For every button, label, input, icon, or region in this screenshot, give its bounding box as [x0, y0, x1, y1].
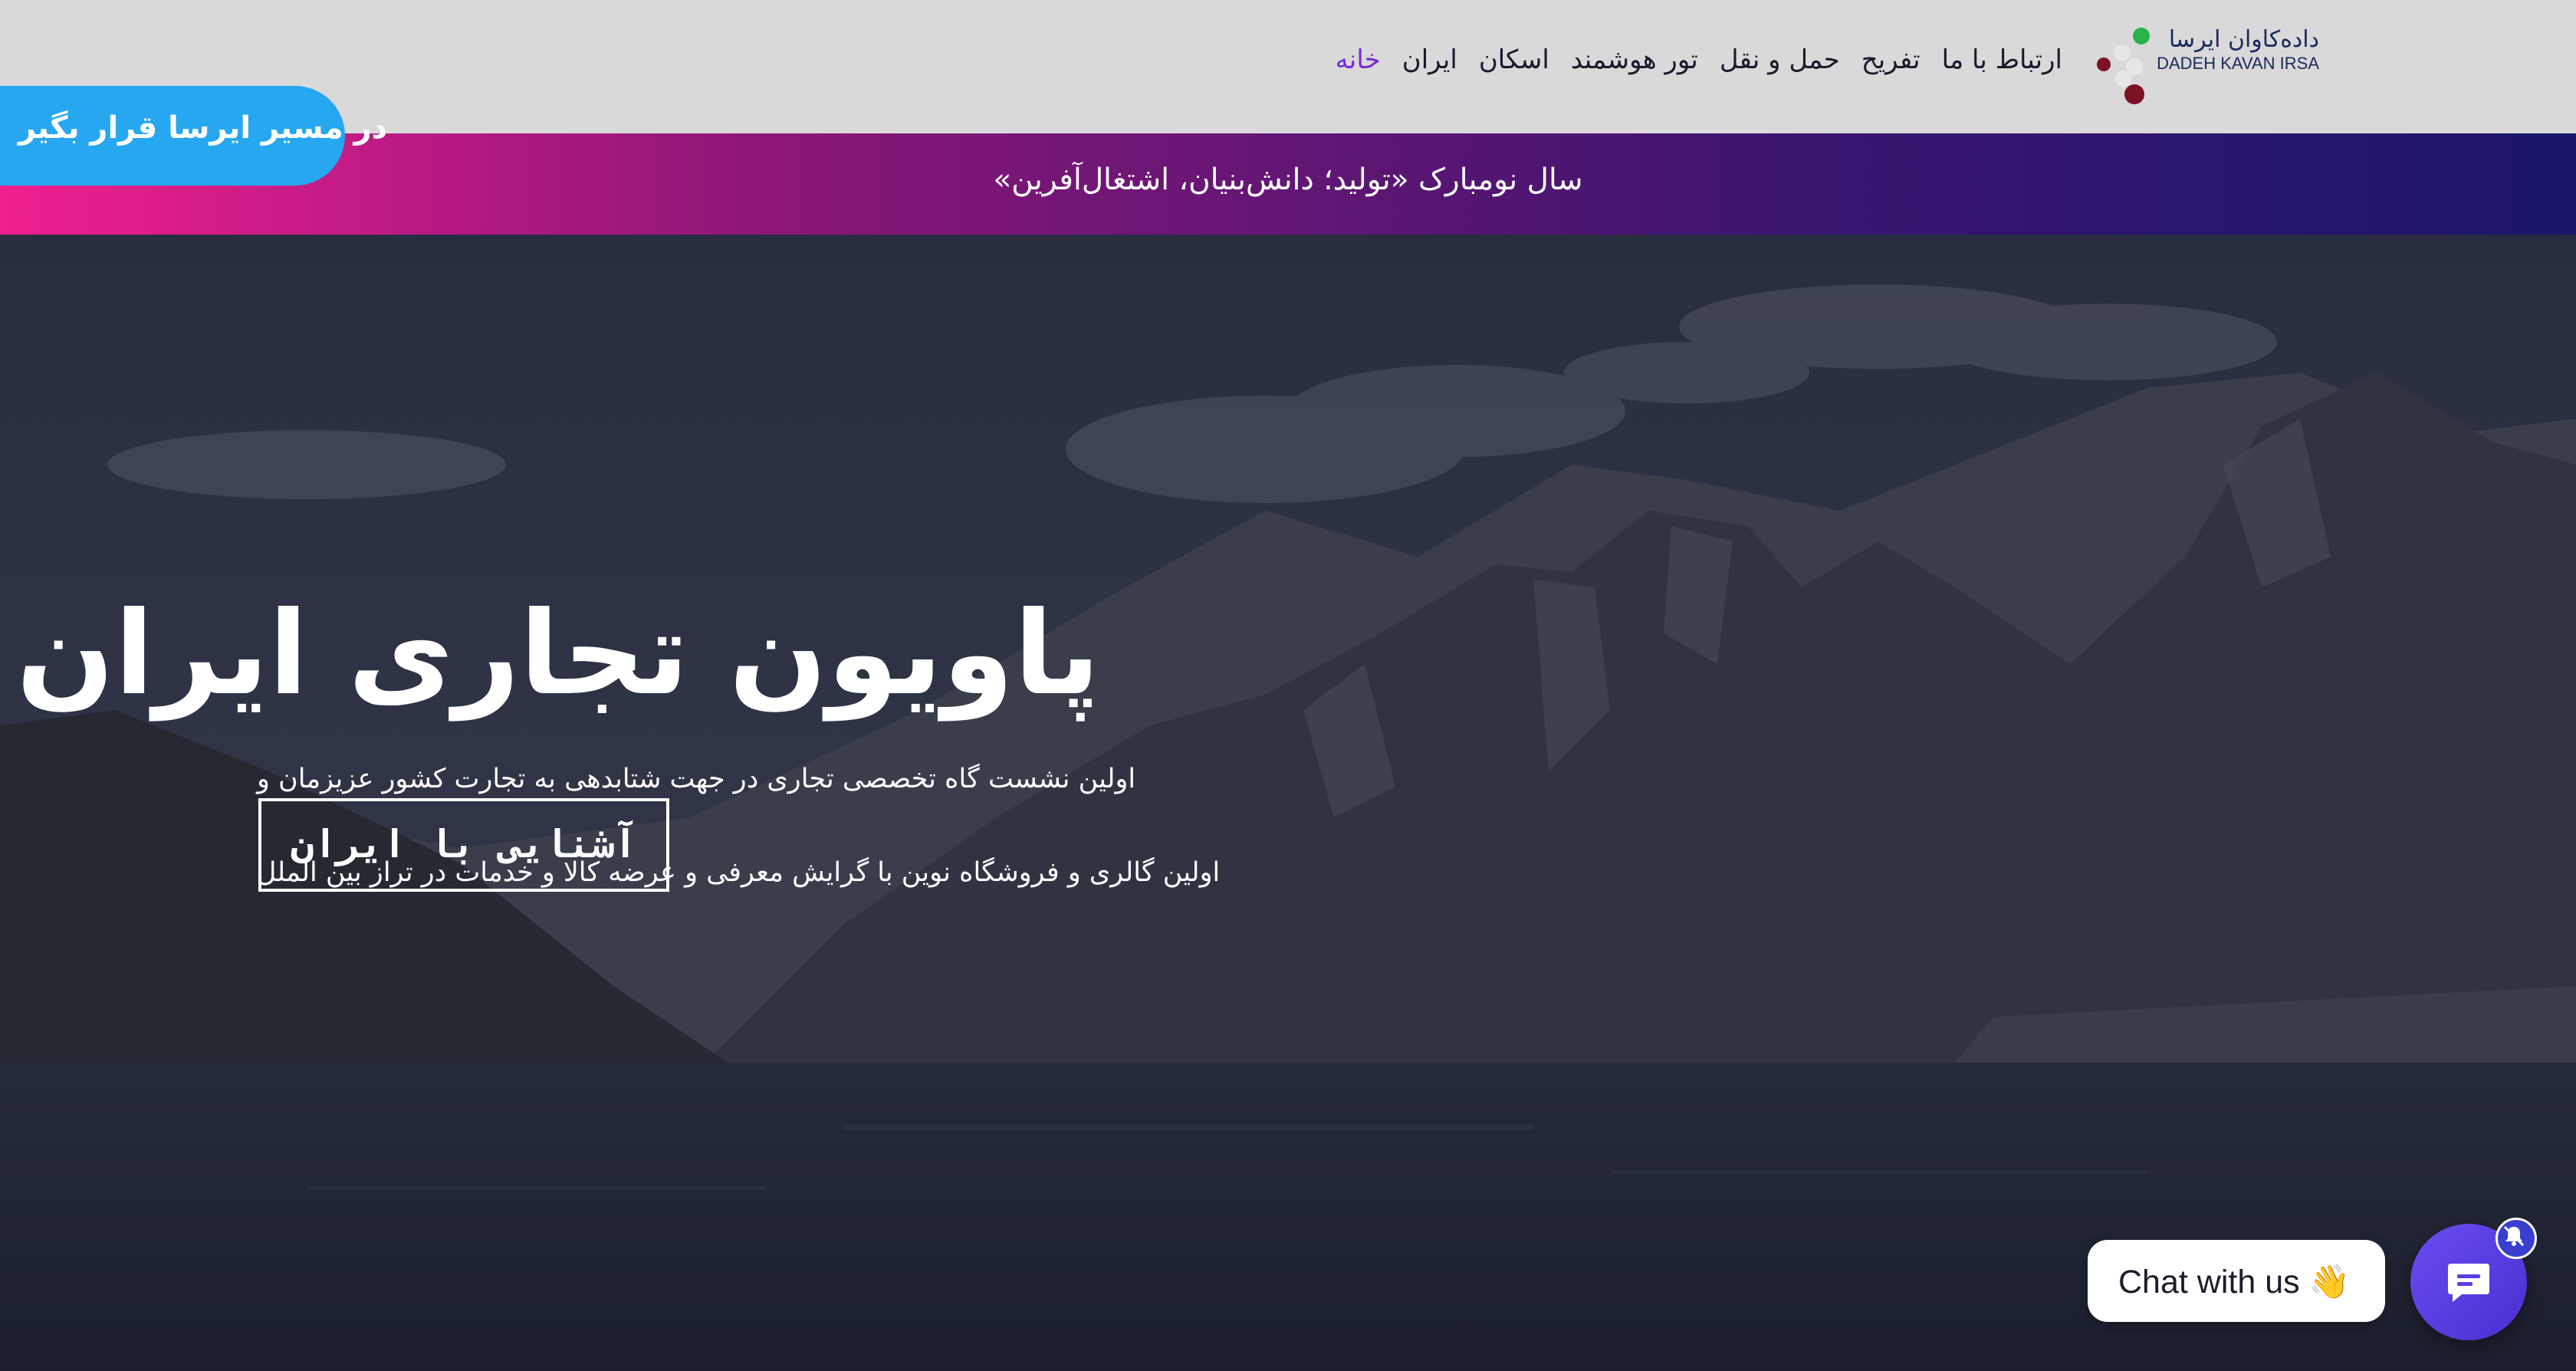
logo-dot: [2114, 44, 2131, 61]
nav-item-accommodation[interactable]: اسکان: [1479, 44, 1549, 75]
hero-description-line-1: اولین نشست گاه تخصصی تجاری در جهت شتابده…: [257, 764, 1136, 794]
logo-dot: [2126, 58, 2143, 75]
chat-prompt-text: Chat with us 👋: [2118, 1264, 2351, 1300]
join-irsa-label: در مسیر ایرسا قرار بگیر: [18, 110, 388, 146]
logo[interactable]: داده‌کاوان ایرسا DADEH KAVAN IRSA: [2097, 23, 2319, 111]
learn-about-iran-button[interactable]: آشنایی با ایران: [258, 798, 669, 892]
nav-item-transportation[interactable]: حمل و نقل: [1720, 44, 1840, 75]
nav-item-contact[interactable]: ارتباط با ما: [1942, 44, 2062, 75]
banner-text: سال نومبارک «تولید؛ دانش‌بنیان، اشتغال‌آ…: [993, 163, 1583, 197]
logo-name: داده‌کاوان ایرسا: [2168, 26, 2319, 53]
logo-dot: [2097, 58, 2111, 71]
hero-section: پاویون تجاری ایران اولین نشست گاه تخصصی …: [0, 235, 2576, 1371]
chat-prompt-bubble[interactable]: Chat with us 👋: [2088, 1240, 2385, 1322]
nav-item-recreation[interactable]: تفریح: [1861, 44, 1921, 75]
nav-item-home[interactable]: خانه: [1336, 44, 1381, 75]
bell-off-icon: [2503, 1225, 2525, 1247]
join-irsa-button[interactable]: در مسیر ایرسا قرار بگیر: [0, 86, 387, 186]
notification-badge[interactable]: [2496, 1218, 2537, 1259]
logo-dot-green: [2133, 28, 2150, 44]
hero-title: پاویون تجاری ایران: [16, 587, 1102, 721]
logo-dot: [2124, 84, 2144, 104]
nav-item-smart-tour[interactable]: تور هوشمند: [1571, 44, 1698, 75]
chat-message-icon: [2448, 1264, 2489, 1302]
nav-item-iran[interactable]: ایران: [1402, 44, 1457, 75]
main-nav: خانه ایران اسکان تور هوشمند حمل و نقل تف…: [1336, 44, 2062, 75]
announcement-banner: سال نومبارک «تولید؛ دانش‌بنیان، اشتغال‌آ…: [0, 133, 2576, 235]
logo-subtitle: DADEH KAVAN IRSA: [2157, 54, 2319, 73]
